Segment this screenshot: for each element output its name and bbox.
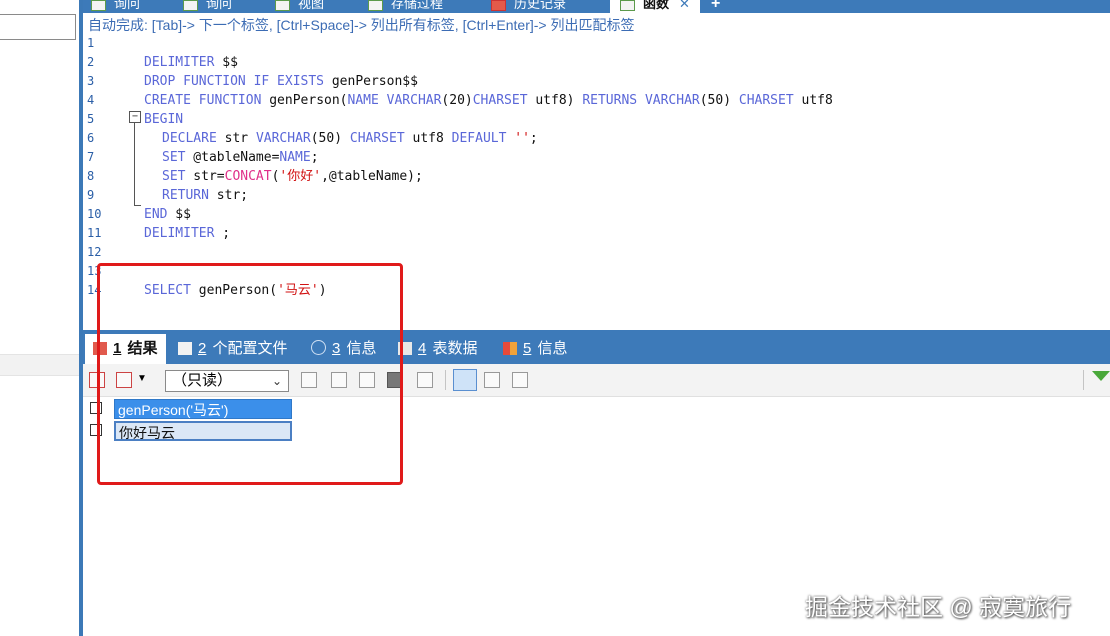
fold-guide-end	[134, 205, 141, 206]
view-icon	[275, 0, 290, 11]
tab-procedure[interactable]: 存储过程	[368, 0, 443, 13]
tab-query-2[interactable]: 询问	[183, 0, 232, 13]
tab-view[interactable]: 视图	[275, 0, 324, 13]
autocomplete-hint: 自动完成: [Tab]-> 下一个标签, [Ctrl+Space]-> 列出所有…	[88, 17, 635, 33]
object-filter-input[interactable]	[0, 14, 76, 40]
editor-tab-bar: 询问 询问 视图 存储过程 历史记录 函数 ✕ +	[83, 0, 1110, 13]
object-browser-divider	[0, 354, 79, 376]
cancel-icon[interactable]	[417, 372, 433, 388]
grid-layout-icon[interactable]	[453, 369, 477, 391]
form-layout-icon[interactable]	[484, 372, 500, 388]
query-icon	[183, 0, 198, 11]
tab-table-data[interactable]: 4 表数据	[398, 334, 478, 364]
tab-function[interactable]: 函数 ✕	[610, 0, 700, 13]
annotation-highlight-box	[97, 263, 403, 485]
object-browser-panel	[0, 0, 79, 636]
fold-collapse-icon[interactable]: −	[129, 111, 141, 123]
query-icon	[91, 0, 106, 11]
function-icon	[620, 0, 635, 11]
filter-icon[interactable]	[1092, 371, 1110, 381]
procedure-icon	[368, 0, 383, 11]
tab-history[interactable]: 历史记录	[491, 0, 566, 13]
toolbar-separator	[1083, 370, 1084, 390]
fold-guide	[134, 123, 135, 205]
tab-info-2[interactable]: 5 信息	[503, 334, 568, 364]
tab-query-1[interactable]: 询问	[91, 0, 140, 13]
text-layout-icon[interactable]	[512, 372, 528, 388]
add-tab-button[interactable]: +	[711, 0, 720, 13]
toolbar-separator	[445, 370, 446, 390]
watermark: 掘金技术社区 @ 寂寞旅行	[805, 594, 1072, 620]
history-icon	[491, 0, 506, 11]
info-chart-icon	[503, 342, 517, 355]
close-icon[interactable]: ✕	[679, 0, 690, 11]
